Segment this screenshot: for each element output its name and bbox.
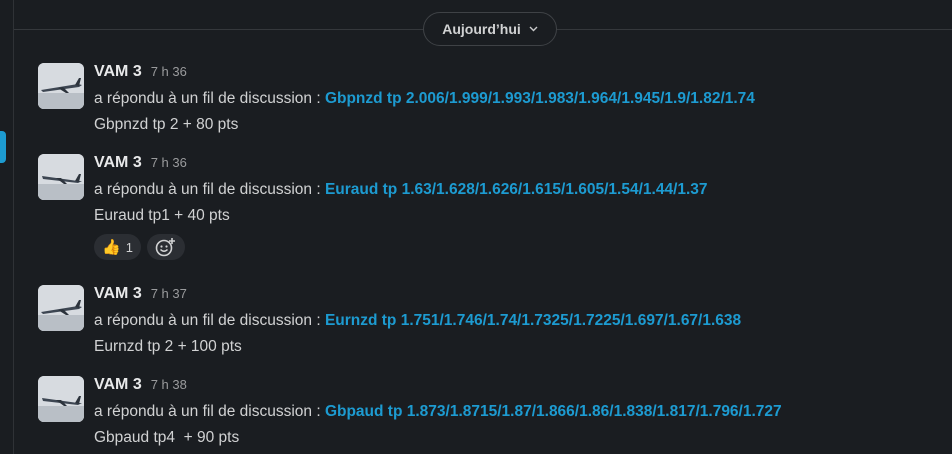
timestamp[interactable]: 7 h 37 [151,286,187,301]
chevron-down-icon [529,24,538,35]
timestamp[interactable]: 7 h 36 [151,155,187,170]
timestamp[interactable]: 7 h 36 [151,64,187,79]
message-pane: Aujourd’hui VAM 3 7 h 36 a répondu à un … [0,0,952,454]
active-indicator [0,131,6,163]
reply-prefix: a répondu à un fil de discussion : [94,403,325,420]
add-reaction-button[interactable] [146,234,185,260]
reply-prefix: a répondu à un fil de discussion : [94,181,325,198]
message-text: Gbpaud tp4 + 90 pts [94,429,240,446]
reaction-count: 1 [125,239,133,255]
author-name[interactable]: VAM 3 [94,285,142,303]
author-name[interactable]: VAM 3 [94,376,142,394]
author-name[interactable]: VAM 3 [94,154,142,172]
avatar[interactable] [38,376,84,422]
author-name[interactable]: VAM 3 [94,63,142,81]
thread-link[interactable]: Gbpnzd tp 2.006/1.999/1.993/1.983/1.964/… [325,90,755,107]
reactions-bar: 👍 1 [94,234,952,260]
reply-prefix: a répondu à un fil de discussion : [94,90,325,107]
reply-prefix: a répondu à un fil de discussion : [94,312,325,329]
timestamp[interactable]: 7 h 38 [151,377,187,392]
thread-link[interactable]: Eurnzd tp 1.751/1.746/1.74/1.7325/1.7225… [325,312,741,329]
add-emoji-icon [155,238,175,257]
message-text: Euraud tp1 + 40 pts [94,207,230,224]
sidebar-edge [0,0,14,454]
thread-link[interactable]: Gbpaud tp 1.873/1.8715/1.87/1.866/1.86/1… [325,403,782,420]
day-divider-label: Aujourd’hui [442,21,521,37]
message-text: Eurnzd tp 2 + 100 pts [94,338,242,355]
day-divider-button[interactable]: Aujourd’hui [423,12,557,46]
avatar[interactable] [38,154,84,200]
thread-link[interactable]: Euraud tp 1.63/1.628/1.626/1.615/1.605/1… [325,181,708,198]
avatar[interactable] [38,285,84,331]
avatar[interactable] [38,63,84,109]
thumbs-up-icon: 👍 [102,239,121,256]
message-text: Gbpnzd tp 2 + 80 pts [94,116,239,133]
reaction-thumbs-up[interactable]: 👍 1 [94,234,141,260]
